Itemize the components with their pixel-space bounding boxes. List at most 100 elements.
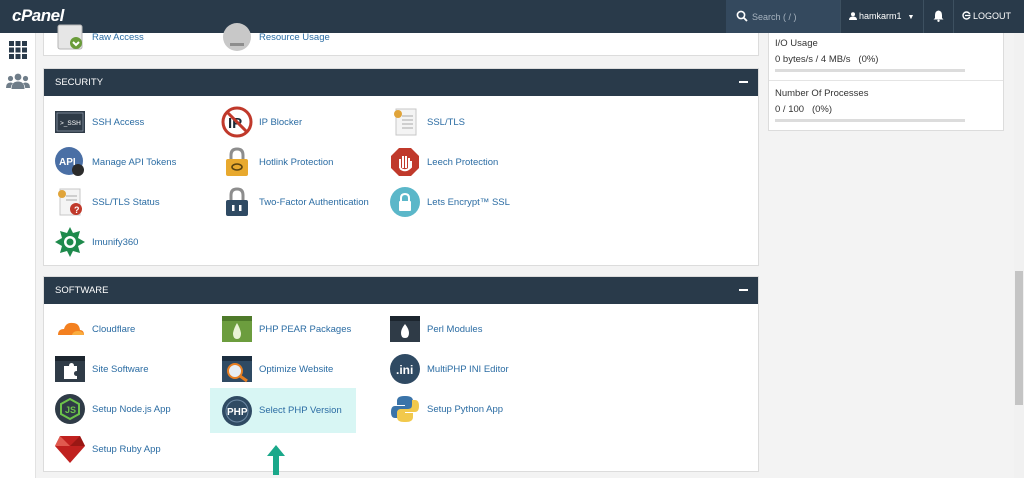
- python-icon: [391, 396, 419, 422]
- perl-icon: [390, 316, 420, 342]
- resource-usage-link[interactable]: Resource Usage: [221, 19, 330, 55]
- hotlink-protection-label: Hotlink Protection: [259, 156, 334, 168]
- processes-value: 0 / 100 (0%): [775, 104, 833, 115]
- imunify360-label: Imunify360: [92, 236, 139, 248]
- hotlink-protection-link[interactable]: Hotlink Protection: [221, 144, 333, 180]
- stats-divider: [769, 80, 1003, 81]
- logout-icon: [962, 11, 971, 20]
- ssl-tls-link[interactable]: SSL/TLS: [389, 104, 465, 140]
- ssh-access-link[interactable]: >_SSH SSH Access: [54, 104, 144, 140]
- multiphp-ini-editor-label: MultiPHP INI Editor: [427, 363, 509, 375]
- processes-label: Number Of Processes: [775, 88, 869, 99]
- io-usage-bar: [775, 69, 965, 72]
- software-title: SOFTWARE: [55, 285, 109, 296]
- logout-label: LOGOUT: [973, 11, 1012, 21]
- php-pear-packages-link[interactable]: PHP PEAR Packages: [221, 311, 351, 347]
- nodejs-icon: JS: [55, 394, 85, 424]
- lets-encrypt-ssl-link[interactable]: Lets Encrypt™ SSL: [389, 184, 510, 220]
- site-software-link[interactable]: Site Software: [54, 351, 149, 387]
- setup-python-app-label: Setup Python App: [427, 403, 504, 415]
- imunify360-link[interactable]: Imunify360: [54, 224, 138, 260]
- search-icon: [736, 10, 748, 22]
- caret-down-icon: ▼: [907, 14, 915, 21]
- software-header[interactable]: SOFTWARE: [44, 277, 758, 304]
- php-pear-packages-label: PHP PEAR Packages: [259, 323, 352, 335]
- ini-editor-icon: .ini: [390, 354, 420, 384]
- cloudflare-icon: [58, 322, 84, 335]
- setup-ruby-app-link[interactable]: Setup Ruby App: [54, 431, 161, 467]
- notifications-button[interactable]: [924, 0, 954, 33]
- site-software-label: Site Software: [92, 363, 149, 375]
- left-sidebar: [0, 33, 36, 478]
- puzzle-icon: [55, 356, 85, 382]
- security-header[interactable]: SECURITY: [44, 69, 758, 96]
- setup-nodejs-app-label: Setup Node.js App: [92, 403, 171, 415]
- ssl-tls-status-label: SSL/TLS Status: [92, 196, 160, 208]
- raw-access-label: Raw Access: [92, 31, 144, 43]
- user-icon: [849, 12, 857, 20]
- collapse-icon[interactable]: [739, 289, 748, 291]
- io-usage-label: I/O Usage: [775, 38, 818, 49]
- leech-protection-label: Leech Protection: [427, 156, 499, 168]
- multiphp-ini-editor-link[interactable]: .ini MultiPHP INI Editor: [389, 351, 509, 387]
- setup-python-app-link[interactable]: Setup Python App: [389, 391, 503, 427]
- two-factor-authentication-label: Two-Factor Authentication: [259, 196, 369, 208]
- manage-api-tokens-label: Manage API Tokens: [92, 156, 177, 168]
- ruby-icon: [55, 436, 85, 463]
- apps-grid-icon[interactable]: [9, 41, 27, 59]
- annotation-up-arrow-icon: [267, 445, 285, 475]
- two-factor-authentication-link[interactable]: Two-Factor Authentication: [221, 184, 369, 220]
- api-icon: API: [55, 147, 84, 176]
- raw-access-icon: [57, 24, 83, 50]
- user-menu[interactable]: hamkarm1 ▼: [840, 0, 924, 33]
- processes-bar: [775, 119, 965, 122]
- scrollbar-thumb[interactable]: [1015, 271, 1023, 405]
- certificate-icon: [394, 108, 417, 136]
- page-scrollbar[interactable]: [1014, 33, 1024, 478]
- ssl-tls-status-link[interactable]: ? SSL/TLS Status: [54, 184, 160, 220]
- ssh-access-label: SSH Access: [92, 116, 145, 128]
- ssl-tls-label: SSL/TLS: [427, 116, 466, 128]
- perl-modules-link[interactable]: Perl Modules: [389, 311, 482, 347]
- search-box[interactable]: [726, 0, 840, 33]
- chain-lock-icon: [226, 147, 248, 176]
- collapse-icon[interactable]: [739, 81, 748, 83]
- resource-usage-label: Resource Usage: [259, 31, 330, 43]
- logout-button[interactable]: LOGOUT: [954, 0, 1024, 33]
- imunify-icon: [55, 227, 85, 257]
- username-label: hamkarm1: [859, 11, 902, 21]
- svg-text:JS: JS: [65, 405, 76, 415]
- security-title: SECURITY: [55, 77, 104, 88]
- cloudflare-link[interactable]: Cloudflare: [54, 311, 135, 347]
- setup-nodejs-app-link[interactable]: JS Setup Node.js App: [54, 391, 171, 427]
- ssh-icon: >_SSH: [55, 111, 85, 133]
- lets-encrypt-ssl-label: Lets Encrypt™ SSL: [427, 196, 510, 208]
- raw-access-link[interactable]: Raw Access: [54, 19, 144, 55]
- statistics-panel: I/O Usage 0 bytes/s / 4 MB/s (0%) Number…: [768, 33, 1004, 131]
- leech-protection-link[interactable]: Leech Protection: [389, 144, 498, 180]
- users-icon[interactable]: [6, 73, 30, 89]
- files-section-partial: Raw Access Resource Usage: [43, 23, 759, 56]
- setup-ruby-app-label: Setup Ruby App: [92, 443, 161, 455]
- pear-icon: [222, 316, 252, 342]
- io-usage-value: 0 bytes/s / 4 MB/s (0%): [775, 54, 879, 65]
- ip-blocker-link[interactable]: IP IP Blocker: [221, 104, 302, 140]
- top-bar: cPanel hamkarm1▼ LOGOUT: [0, 0, 1024, 33]
- certificate-status-icon: ?: [58, 188, 82, 216]
- manage-api-tokens-link[interactable]: API Manage API Tokens: [54, 144, 176, 180]
- padlock-icon: [226, 187, 248, 216]
- security-section: SECURITY >_SSH SSH Access IP IP Blocker …: [43, 68, 759, 266]
- bell-icon: [933, 10, 944, 22]
- hand-stop-icon: [391, 148, 419, 176]
- resource-usage-icon: [223, 23, 251, 51]
- optimize-website-label: Optimize Website: [259, 363, 334, 375]
- select-php-version-label: Select PHP Version: [259, 405, 342, 416]
- search-input[interactable]: [752, 8, 836, 26]
- cloudflare-label: Cloudflare: [92, 323, 136, 335]
- lets-encrypt-icon: [390, 187, 420, 217]
- svg-text:PHP: PHP: [227, 407, 248, 418]
- php-icon: PHP: [222, 395, 252, 426]
- select-php-version-link[interactable]: PHP Select PHP Version: [210, 388, 356, 433]
- optimize-website-link[interactable]: Optimize Website: [221, 351, 333, 387]
- optimize-icon: [222, 356, 252, 383]
